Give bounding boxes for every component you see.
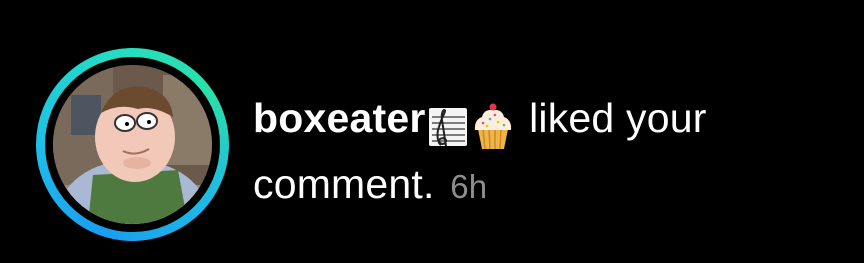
musical-score-icon <box>428 108 467 147</box>
notification-text: boxeater liked your comment. 6h <box>253 88 813 217</box>
action-text-line1: liked your <box>529 95 707 141</box>
story-ring[interactable] <box>36 48 229 241</box>
cupcake-icon <box>474 103 511 150</box>
avatar-image <box>53 65 212 224</box>
emoji-group <box>428 94 518 154</box>
timestamp: 6h <box>450 168 488 205</box>
action-text-line2: comment. <box>253 161 435 207</box>
notification-row[interactable]: boxeater liked your comment. 6h <box>0 0 864 263</box>
avatar[interactable] <box>53 65 212 224</box>
username-link[interactable]: boxeater <box>253 95 426 141</box>
